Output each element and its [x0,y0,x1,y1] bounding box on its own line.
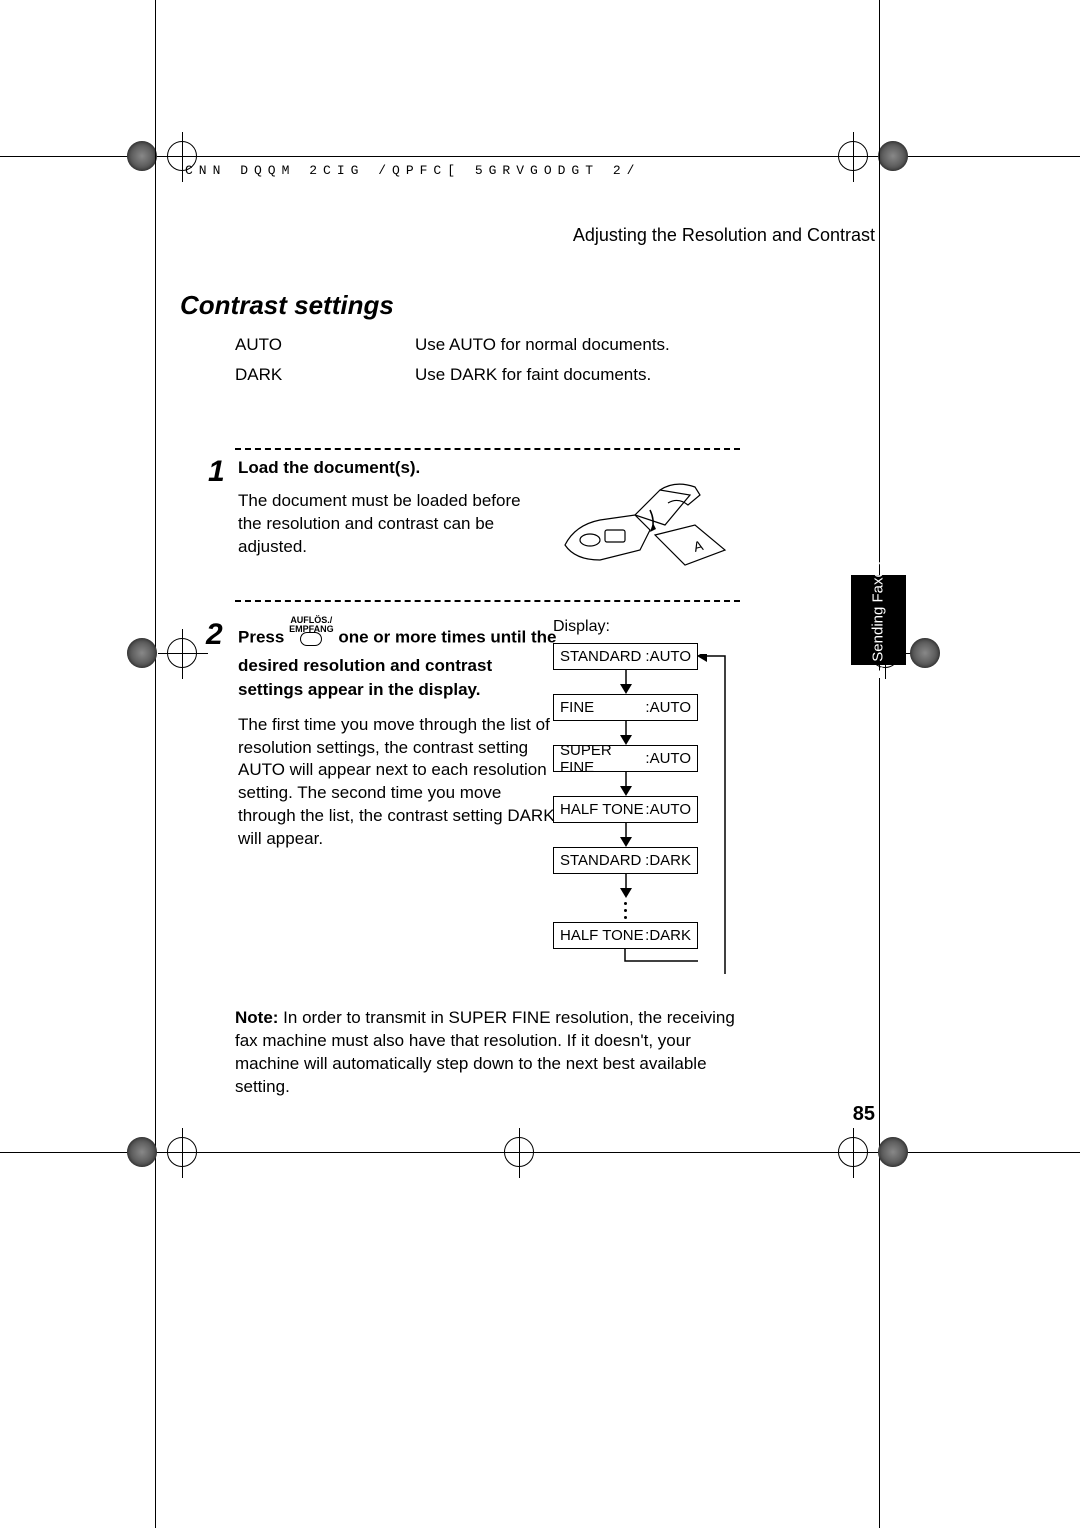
display-right: :AUTO [645,648,691,665]
display-right: :DARK [645,927,691,944]
display-right: :AUTO [645,801,691,818]
display-right: :AUTO [645,699,691,716]
display-box: SUPER FINE :AUTO [553,745,698,772]
divider [235,448,740,450]
arrow-down-icon [553,670,698,694]
key-button-icon [300,632,322,646]
cycle-arrow-icon [697,654,727,974]
page-number: 85 [853,1103,875,1126]
display-box: HALF TONE :DARK [553,922,698,949]
registration-mark-icon [838,141,868,171]
section-tab: 4. Sending Faxes [851,575,906,665]
step-title-post: one or more times until the desired reso… [238,627,557,698]
crop-line [879,0,880,1528]
display-box: STANDARD :DARK [553,847,698,874]
fax-machine-icon: A [560,475,735,580]
step-title: Load the document(s). [238,458,538,478]
crop-line [155,0,156,1528]
arrow-down-icon [553,823,698,847]
display-right: :DARK [645,852,691,869]
arrow-down-icon [553,772,698,796]
step-title: Press AUFLÖS./ EMPFANG one or more times… [238,622,558,702]
step-1: Load the document(s). The document must … [238,458,538,559]
step-body: The document must be loaded before the r… [238,490,538,559]
section-title: Contrast settings [180,290,394,321]
registration-mark-icon [167,638,197,668]
manual-page: CNN DQQM 2CIG /QPFC[ 5GRVGODGT 2/ Adjust… [0,0,1080,1528]
ellipsis-vertical-icon [553,898,698,922]
step-2: Press AUFLÖS./ EMPFANG one or more times… [238,622,558,851]
display-left: SUPER FINE [560,742,645,776]
step-body: The first time you move through the list… [238,714,558,852]
registration-mark-icon [838,1137,868,1167]
key-label-icon: AUFLÖS./ EMPFANG [289,616,334,648]
display-box: STANDARD :AUTO [553,643,698,670]
table-row: DARK Use DARK for faint documents. [235,365,715,385]
display-right: :AUTO [645,750,691,767]
registration-mark-icon [167,1137,197,1167]
registration-mark-icon [878,141,908,171]
running-header: Adjusting the Resolution and Contrast [573,225,875,246]
registration-mark-icon [127,638,157,668]
registration-mark-icon [878,1137,908,1167]
section-tab-label: 4. Sending Faxes [870,562,888,679]
registration-mark-icon [910,638,940,668]
display-box: HALF TONE :AUTO [553,796,698,823]
display-left: STANDARD [560,852,641,869]
note: Note: In order to transmit in SUPER FINE… [235,1007,740,1099]
contrast-table: AUTO Use AUTO for normal documents. DARK… [235,335,715,395]
header-code: CNN DQQM 2CIG /QPFC[ 5GRVGODGT 2/ [185,163,640,178]
registration-mark-icon [127,141,157,171]
registration-mark-icon [504,1137,534,1167]
svg-text:A: A [692,537,706,555]
step-number: 2 [206,618,223,652]
display-chain: STANDARD :AUTO FINE :AUTO SUPER FINE :AU… [553,643,698,972]
return-line-icon [553,949,698,967]
contrast-desc: Use DARK for faint documents. [415,365,715,385]
contrast-label: DARK [235,365,415,385]
display-left: STANDARD [560,648,641,665]
contrast-desc: Use AUTO for normal documents. [415,335,715,355]
step-title-pre: Press [238,627,284,646]
display-left: HALF TONE [560,927,644,944]
registration-mark-icon [127,1137,157,1167]
step-number: 1 [208,455,225,489]
table-row: AUTO Use AUTO for normal documents. [235,335,715,355]
display-label: Display: [553,618,610,636]
display-box: FINE :AUTO [553,694,698,721]
display-left: HALF TONE [560,801,644,818]
display-left: FINE [560,699,594,716]
note-prefix: Note: [235,1008,278,1027]
note-text: In order to transmit in SUPER FINE resol… [235,1008,735,1096]
arrow-down-icon [553,874,698,898]
contrast-label: AUTO [235,335,415,355]
divider [235,600,740,602]
